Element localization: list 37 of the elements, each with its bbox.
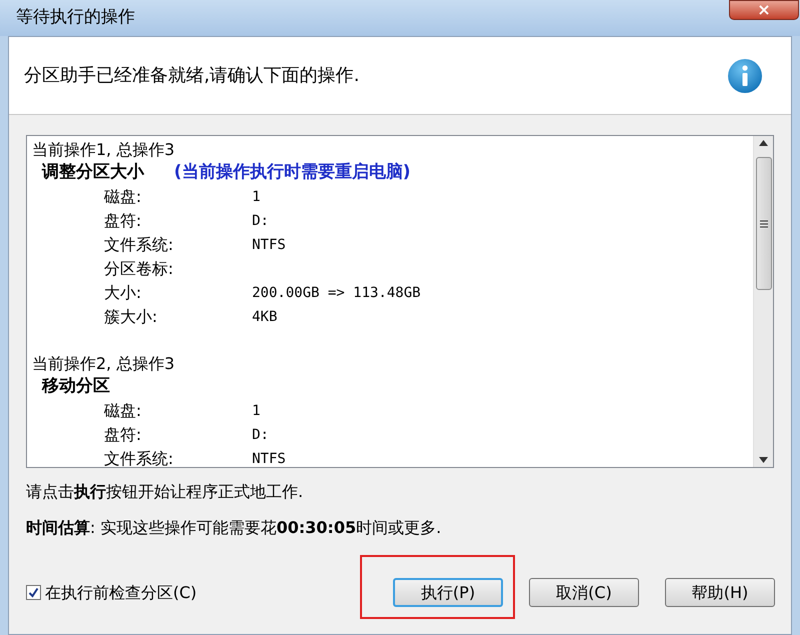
field-value: 200.00GB => 113.48GB (252, 284, 421, 302)
field-value: D: (252, 212, 269, 230)
field-label: 文件系统: (104, 448, 174, 467)
info-icon (727, 58, 763, 94)
field-label: 文件系统: (104, 234, 174, 256)
window-title: 等待执行的操作 (16, 6, 135, 29)
dialog-button[interactable]: 执行(P) (393, 578, 503, 607)
field-value: 1 (252, 188, 260, 206)
field-value: NTFS (252, 236, 286, 254)
check-partition-checkbox[interactable] (26, 585, 41, 600)
instruction-text: 请点击执行按钮开始让程序正式地工作. (26, 481, 304, 503)
field-value: NTFS (252, 450, 286, 467)
field-value: 4KB (252, 308, 278, 326)
scrollbar[interactable] (753, 136, 773, 467)
operation-header: 当前操作1, 总操作3 (32, 139, 176, 161)
operation-title: 移动分区 (42, 375, 110, 398)
scroll-thumb[interactable] (756, 157, 772, 290)
field-value: 1 (252, 402, 260, 420)
operation-note: (当前操作执行时需要重启电脑) (174, 161, 411, 184)
field-label: 盘符: (104, 424, 142, 446)
dialog-button[interactable]: 帮助(H) (665, 578, 775, 607)
grip-icon (760, 220, 768, 228)
field-label: 磁盘: (104, 186, 142, 208)
time-estimate: 时间估算: 实现这些操作可能需要花00:30:05时间或更多. (26, 517, 442, 539)
field-label: 簇大小: (104, 306, 158, 328)
check-partition-label: 在执行前检查分区(C) (45, 582, 197, 604)
field-label: 分区卷标: (104, 258, 174, 280)
field-label: 大小: (104, 282, 142, 304)
field-label: 磁盘: (104, 400, 142, 422)
scroll-down-icon[interactable] (759, 457, 768, 463)
scroll-up-icon[interactable] (759, 140, 768, 146)
dialog-button[interactable]: 取消(C) (529, 578, 639, 607)
field-value: D: (252, 426, 269, 444)
operation-header: 当前操作2, 总操作3 (32, 353, 176, 375)
operation-title: 调整分区大小 (42, 161, 144, 184)
header-message: 分区助手已经准备就绪,请确认下面的操作. (24, 64, 360, 88)
field-label: 盘符: (104, 210, 142, 232)
